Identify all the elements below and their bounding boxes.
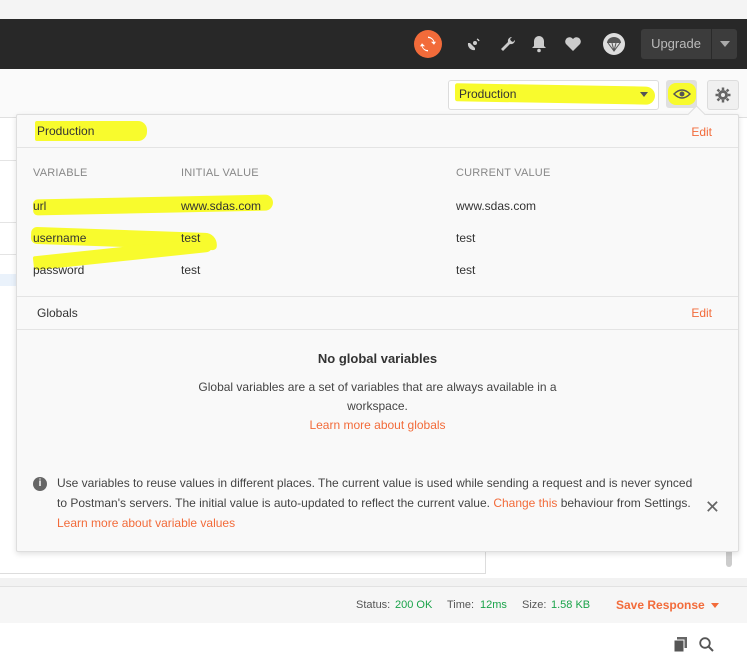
time-label: Time: [447,599,475,611]
size-value: 1.58 KB [551,599,591,611]
upgrade-button[interactable]: Upgrade [641,29,737,59]
chevron-down-icon[interactable] [711,603,719,608]
initial-value: www.sdas.com [181,199,262,213]
edit-globals-link[interactable]: Edit [691,306,712,320]
satellite-icon[interactable] [462,32,486,56]
save-response-button[interactable]: Save Response [616,598,705,612]
globals-empty-state: No global variables Global variables are… [17,351,738,432]
globals-section-header: Globals Edit [17,297,738,330]
initial-value: test [181,231,201,245]
title-strip [0,0,747,19]
current-value: www.sdas.com [456,199,537,213]
info-icon: i [33,477,47,491]
eye-icon [672,89,691,99]
current-value: test [456,231,476,245]
status-value: 200 OK [395,599,433,611]
environment-selected: Production [459,87,517,101]
learn-more-variable-values-link[interactable]: Learn more about variable values [57,516,235,530]
chevron-down-icon [640,92,648,97]
empty-state-description: Global variables are a set of variables … [198,380,557,413]
parachute-icon[interactable] [601,31,627,57]
sync-icon[interactable] [414,30,442,58]
change-this-link[interactable]: Change this [493,496,557,510]
info-text-settings: behaviour from Settings. [560,496,691,510]
column-header-initial-value: INITIAL VALUE [181,167,259,179]
divider [0,160,16,161]
header-bar: Upgrade [0,19,747,69]
manage-environments-button[interactable] [707,80,739,110]
environment-section-header: Production Edit [17,115,738,148]
variable-name: password [33,263,85,277]
learn-more-globals-link[interactable]: Learn more about globals [17,418,738,432]
info-text: Use variables to reuse values in differe… [57,473,697,533]
environment-title: Production [37,124,95,138]
variable-name: url [33,199,47,213]
search-icon[interactable] [699,637,714,657]
time-value: 12ms [480,599,507,611]
close-icon[interactable]: ✕ [705,497,720,518]
empty-state-title: No global variables [317,351,438,366]
environment-selector[interactable]: Production [448,80,659,110]
heart-icon[interactable] [561,32,585,56]
current-value: test [456,263,476,277]
response-status-bar: Status: 200 OK Time: 12ms Size: 1.58 KB … [0,586,747,624]
environment-quick-look-button[interactable] [666,80,697,108]
wrench-icon[interactable] [496,32,520,56]
initial-value: test [181,263,201,277]
globals-title: Globals [37,306,78,320]
chevron-down-icon[interactable] [712,41,737,47]
selected-row-edge [0,274,16,286]
variable-name: username [33,231,87,245]
edit-environment-link[interactable]: Edit [691,125,712,139]
column-header-variable: VARIABLE [33,167,88,179]
gear-icon [715,87,731,103]
response-body-area [0,623,747,663]
upgrade-label: Upgrade [641,29,712,59]
size-label: Size: [522,599,547,611]
status-label: Status: [356,599,391,611]
divider [0,222,16,223]
divider [0,254,16,255]
bell-icon[interactable] [527,32,551,56]
environment-quick-look-popover: Production Edit VARIABLE INITIAL VALUE C… [16,105,739,552]
copy-icon[interactable] [673,637,688,657]
column-header-current-value: CURRENT VALUE [456,167,551,179]
